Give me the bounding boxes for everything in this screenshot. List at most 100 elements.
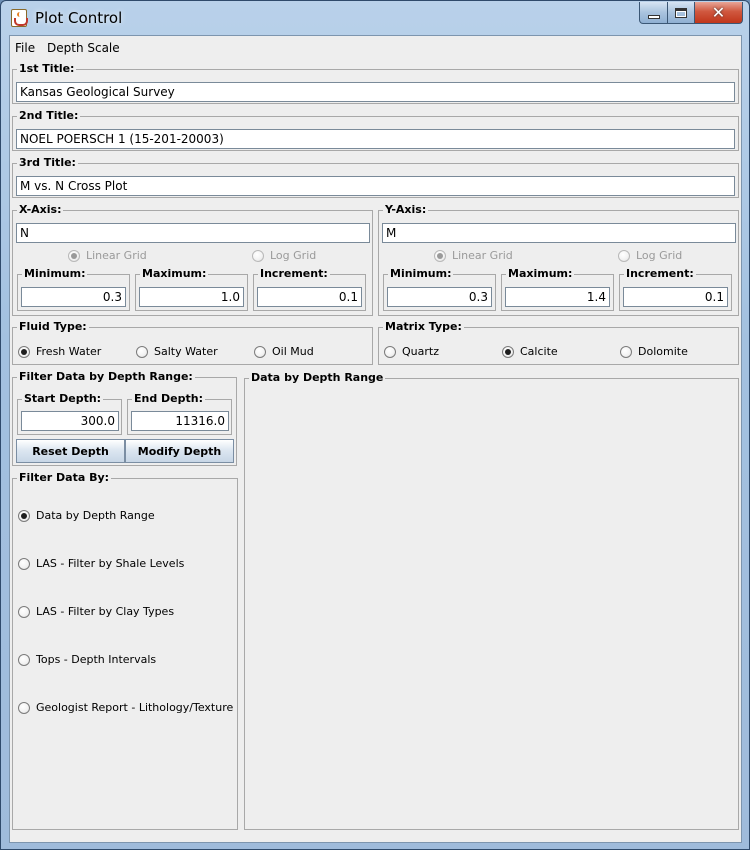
fluid-oil-mud-radio[interactable]: Oil Mud	[254, 345, 314, 358]
matrix-quartz-label: Quartz	[402, 345, 439, 358]
close-button[interactable]: ✕	[695, 2, 743, 24]
filter-shale-levels-radio[interactable]: LAS - Filter by Shale Levels	[18, 557, 184, 570]
third-title-label: 3rd Title:	[17, 156, 78, 170]
radio-checked-icon	[434, 249, 446, 262]
third-title-group: 3rd Title: M vs. N Cross Plot	[12, 156, 739, 198]
y-linear-grid-label: Linear Grid	[452, 249, 513, 262]
fluid-type-group: Fluid Type: Fresh Water Salty Water Oil …	[12, 320, 373, 365]
depth-range-panel: Data by Depth Range	[244, 371, 739, 830]
filter-geologist-report-label: Geologist Report - Lithology/Texture	[36, 701, 234, 714]
end-depth-group: End Depth: 11316.0	[127, 392, 232, 435]
radio-unchecked-icon	[620, 345, 632, 358]
y-axis-input[interactable]: M	[382, 223, 736, 243]
y-axis-label: Y-Axis:	[383, 203, 429, 217]
filter-shale-levels-label: LAS - Filter by Shale Levels	[36, 557, 185, 570]
filter-clay-types-label: LAS - Filter by Clay Types	[36, 605, 175, 618]
y-maximum-group: Maximum: 1.4	[501, 267, 614, 311]
filter-clay-types-radio[interactable]: LAS - Filter by Clay Types	[18, 605, 174, 618]
plot-control-window: Plot Control ✕ File Depth Scale 1st Titl…	[0, 0, 750, 850]
matrix-quartz-radio[interactable]: Quartz	[384, 345, 439, 358]
menu-file[interactable]: File	[15, 41, 35, 55]
caption-buttons: ✕	[639, 2, 743, 24]
x-linear-grid-label: Linear Grid	[86, 249, 147, 262]
third-title-input[interactable]: M vs. N Cross Plot	[16, 176, 735, 196]
y-minimum-input[interactable]: 0.3	[387, 287, 492, 307]
fluid-type-label: Fluid Type:	[17, 320, 89, 334]
y-increment-input[interactable]: 0.1	[623, 287, 728, 307]
first-title-group: 1st Title: Kansas Geological Survey	[12, 62, 739, 104]
radio-unchecked-icon	[18, 605, 30, 618]
radio-checked-icon	[68, 249, 80, 262]
y-minimum-group: Minimum: 0.3	[383, 267, 496, 311]
fluid-oil-mud-label: Oil Mud	[272, 345, 314, 358]
x-log-grid-radio[interactable]: Log Grid	[252, 249, 316, 262]
reset-depth-button[interactable]: Reset Depth	[16, 439, 125, 463]
radio-unchecked-icon	[18, 653, 30, 666]
y-log-grid-radio[interactable]: Log Grid	[618, 249, 682, 262]
menu-depth-scale[interactable]: Depth Scale	[47, 41, 120, 55]
modify-depth-button[interactable]: Modify Depth	[125, 439, 234, 463]
menu-bar: File Depth Scale	[10, 36, 741, 60]
y-minimum-label: Minimum:	[388, 267, 454, 281]
filter-tops-intervals-label: Tops - Depth Intervals	[36, 653, 157, 666]
radio-unchecked-icon	[252, 249, 264, 262]
filter-tops-intervals-radio[interactable]: Tops - Depth Intervals	[18, 653, 156, 666]
y-increment-label: Increment:	[624, 267, 696, 281]
matrix-dolomite-label: Dolomite	[638, 345, 688, 358]
maximize-icon	[675, 7, 687, 18]
radio-checked-icon	[18, 345, 30, 358]
radio-unchecked-icon	[618, 249, 630, 262]
start-depth-label: Start Depth:	[22, 392, 104, 406]
x-linear-grid-radio[interactable]: Linear Grid	[68, 249, 147, 262]
filter-by-group: Filter Data By: Data by Depth Range LAS …	[12, 471, 238, 830]
radio-unchecked-icon	[136, 345, 148, 358]
y-maximum-input[interactable]: 1.4	[505, 287, 610, 307]
y-log-grid-label: Log Grid	[636, 249, 683, 262]
x-axis-label: X-Axis:	[17, 203, 64, 217]
end-depth-label: End Depth:	[132, 392, 206, 406]
end-depth-input[interactable]: 11316.0	[131, 411, 229, 431]
filter-depth-range-radio[interactable]: Data by Depth Range	[18, 509, 155, 522]
maximize-button[interactable]	[668, 2, 695, 24]
fluid-salty-water-radio[interactable]: Salty Water	[136, 345, 218, 358]
x-minimum-input[interactable]: 0.3	[21, 287, 126, 307]
x-increment-group: Increment: 0.1	[253, 267, 366, 311]
matrix-dolomite-radio[interactable]: Dolomite	[620, 345, 688, 358]
y-maximum-label: Maximum:	[506, 267, 575, 281]
client-area: File Depth Scale 1st Title: Kansas Geolo…	[9, 35, 742, 843]
first-title-label: 1st Title:	[17, 62, 77, 76]
start-depth-input[interactable]: 300.0	[21, 411, 119, 431]
depth-range-panel-label: Data by Depth Range	[249, 371, 386, 385]
radio-unchecked-icon	[254, 345, 266, 358]
fluid-fresh-water-label: Fresh Water	[36, 345, 102, 358]
filter-by-label: Filter Data By:	[17, 471, 112, 485]
depth-filter-group: Filter Data by Depth Range: Start Depth:…	[12, 370, 237, 466]
close-icon: ✕	[711, 2, 726, 22]
x-increment-label: Increment:	[258, 267, 330, 281]
depth-filter-label: Filter Data by Depth Range:	[17, 370, 195, 384]
x-minimum-group: Minimum: 0.3	[17, 267, 130, 311]
radio-unchecked-icon	[384, 345, 396, 358]
minimize-button[interactable]	[639, 2, 668, 24]
radio-unchecked-icon	[18, 701, 30, 714]
filter-geologist-report-radio[interactable]: Geologist Report - Lithology/Texture	[18, 701, 233, 714]
x-maximum-input[interactable]: 1.0	[139, 287, 244, 307]
x-maximum-label: Maximum:	[140, 267, 209, 281]
radio-checked-icon	[502, 345, 514, 358]
second-title-group: 2nd Title: NOEL POERSCH 1 (15-201-20003)	[12, 109, 739, 151]
title-bar[interactable]: Plot Control ✕	[1, 1, 749, 35]
second-title-label: 2nd Title:	[17, 109, 81, 123]
x-axis-group: X-Axis: N Linear Grid Log Grid Minimum: …	[12, 203, 373, 316]
matrix-calcite-radio[interactable]: Calcite	[502, 345, 558, 358]
filter-depth-range-label: Data by Depth Range	[36, 509, 155, 522]
second-title-input[interactable]: NOEL POERSCH 1 (15-201-20003)	[16, 129, 735, 149]
first-title-input[interactable]: Kansas Geological Survey	[16, 82, 735, 102]
x-increment-input[interactable]: 0.1	[257, 287, 362, 307]
start-depth-group: Start Depth: 300.0	[17, 392, 122, 435]
x-maximum-group: Maximum: 1.0	[135, 267, 248, 311]
y-linear-grid-radio[interactable]: Linear Grid	[434, 249, 513, 262]
matrix-type-group: Matrix Type: Quartz Calcite Dolomite	[378, 320, 739, 365]
radio-checked-icon	[18, 509, 30, 522]
fluid-fresh-water-radio[interactable]: Fresh Water	[18, 345, 101, 358]
x-axis-input[interactable]: N	[16, 223, 370, 243]
